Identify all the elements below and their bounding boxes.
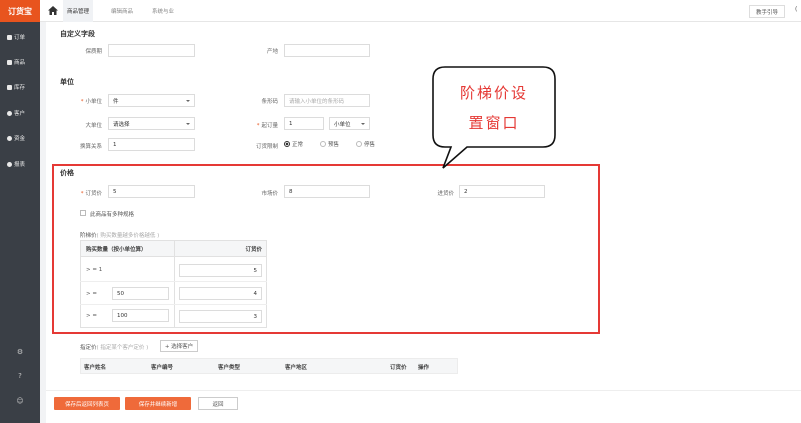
- sidebar-item-funds[interactable]: 资金: [0, 128, 40, 148]
- barcode-label: 条形码: [261, 99, 278, 105]
- min-unit-label: * 小单位: [80, 99, 102, 105]
- cust-col-region: 客户地区: [285, 365, 308, 371]
- settings-icon[interactable]: ⚙: [0, 344, 40, 360]
- guide-button[interactable]: 教手引导: [749, 5, 785, 18]
- chevron-down-icon: [186, 99, 190, 102]
- radio-unchecked-icon: [320, 141, 326, 147]
- shelf-life-input[interactable]: [108, 44, 195, 57]
- origin-label: 产地: [266, 49, 278, 55]
- radio-normal[interactable]: 正常: [284, 140, 303, 148]
- chart-icon: [7, 161, 12, 167]
- custom-fields-title: 自定义字段: [60, 30, 95, 38]
- save-return-button[interactable]: 保存后返回列表页: [54, 397, 120, 410]
- sidebar-item-label: 客户: [14, 111, 26, 117]
- sidebar-item-products[interactable]: 商品: [0, 52, 40, 72]
- document-icon: [7, 34, 12, 40]
- sidebar-item-label: 库存: [14, 85, 26, 91]
- min-order-unit-value: 小单位: [334, 121, 351, 128]
- box-icon: [7, 59, 12, 65]
- sidebar-item-label: 资金: [14, 136, 26, 142]
- unit-title: 单位: [60, 78, 74, 86]
- conversion-label: 换算关系: [79, 144, 102, 150]
- conversion-input[interactable]: 1: [108, 138, 195, 151]
- money-icon: [7, 135, 12, 141]
- callout-line-1: 阶梯价设: [459, 84, 528, 102]
- sidebar-item-reports[interactable]: 报表: [0, 154, 40, 174]
- top-right-partial: (: [795, 6, 798, 13]
- save-continue-button[interactable]: 保存并继续新增: [125, 397, 191, 410]
- min-unit-select[interactable]: 件: [108, 94, 195, 107]
- sidebar-item-customers[interactable]: 客户: [0, 103, 40, 123]
- help-icon[interactable]: ?: [0, 368, 40, 384]
- cust-col-name: 客户姓名: [84, 365, 107, 371]
- cust-col-action: 操作: [418, 365, 430, 371]
- sidebar-item-label: 报表: [14, 162, 26, 168]
- radio-checked-icon: [284, 141, 290, 147]
- back-button[interactable]: 返回: [198, 397, 238, 410]
- sidebar-item-label: 商品: [14, 60, 26, 66]
- sidebar-item-inventory[interactable]: 库存: [0, 77, 40, 97]
- min-unit-value: 件: [113, 98, 119, 105]
- chevron-down-icon: [186, 122, 190, 125]
- tab-edit-product[interactable]: 编辑商品: [107, 0, 137, 22]
- min-order-label: * 起订量: [256, 123, 278, 129]
- origin-input[interactable]: [284, 44, 370, 57]
- tab-product-management[interactable]: 商品管理: [63, 0, 94, 22]
- select-customer-button[interactable]: + 选择客户: [160, 340, 198, 352]
- warehouse-icon: [7, 84, 12, 90]
- cust-col-id: 客户编号: [151, 365, 174, 371]
- callout-line-2: 置窗口: [468, 114, 520, 132]
- shelf-life-label: 保质期: [85, 49, 102, 55]
- order-limit-label: 订货限制: [255, 144, 278, 150]
- big-unit-select[interactable]: 请选择: [108, 117, 195, 130]
- min-order-unit-select[interactable]: 小单位: [329, 117, 370, 130]
- radio-stop-sale[interactable]: 停售: [356, 140, 375, 148]
- tier-price-highlight-box: [52, 164, 600, 334]
- big-unit-label: 大单位: [85, 123, 102, 129]
- chat-icon[interactable]: ☺: [0, 393, 40, 409]
- tab-system[interactable]: 系统与业: [148, 0, 178, 22]
- sidebar-item-label: 订单: [14, 35, 26, 41]
- cust-col-price: 订货价: [390, 365, 407, 371]
- radio-unchecked-icon: [356, 141, 362, 147]
- radio-presale[interactable]: 预售: [320, 140, 339, 148]
- customer-price-label: 指定价( 指定某个客户定价 ): [80, 345, 149, 351]
- sidebar-item-orders[interactable]: 订单: [0, 27, 40, 47]
- big-unit-value: 请选择: [113, 121, 130, 128]
- chevron-down-icon: [361, 122, 365, 125]
- home-icon[interactable]: [48, 6, 58, 15]
- barcode-input[interactable]: 请输入小单位的条形码: [284, 94, 370, 107]
- user-icon: [7, 110, 12, 116]
- footer-divider: [46, 390, 801, 391]
- cust-col-type: 客户类型: [218, 365, 241, 371]
- app-logo[interactable]: 订货宝: [0, 0, 40, 22]
- min-order-input[interactable]: 1: [284, 117, 324, 130]
